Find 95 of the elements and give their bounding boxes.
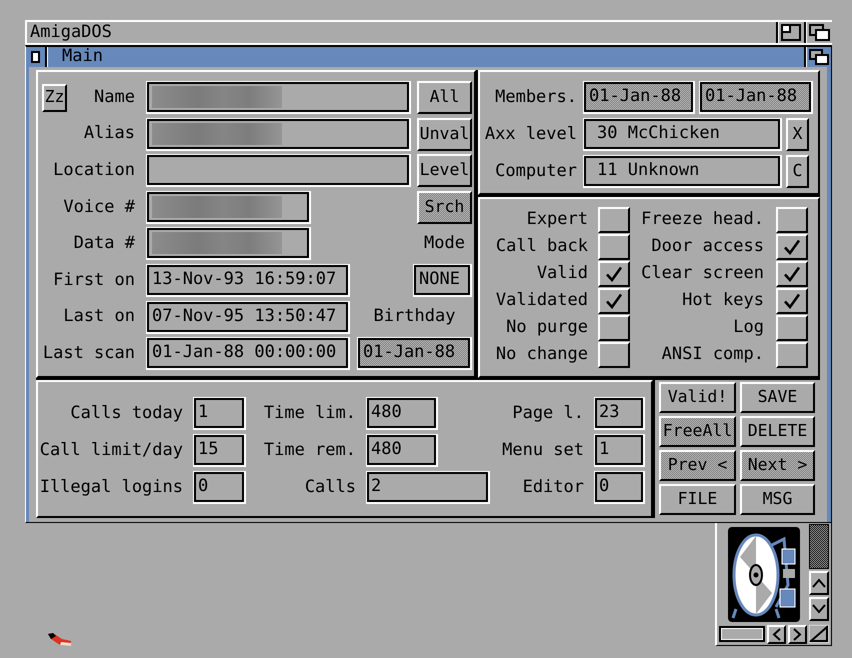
- field-label: Expert: [526, 210, 588, 230]
- checkbox[interactable]: [776, 315, 808, 341]
- date-field[interactable]: 07-Nov-95 13:50:47: [146, 300, 350, 334]
- phone-field[interactable]: [146, 227, 311, 260]
- field-label: Data #: [74, 234, 135, 254]
- field-label: Clear screen: [641, 264, 764, 284]
- checkbox[interactable]: [598, 342, 630, 368]
- zoom-gadget-icon[interactable]: [776, 22, 804, 43]
- field-label: Freeze head.: [641, 210, 764, 230]
- number-field[interactable]: 23: [594, 397, 645, 430]
- checkbox[interactable]: [598, 234, 630, 260]
- checkbox[interactable]: [776, 288, 808, 314]
- field-label: Last on: [63, 307, 135, 327]
- field-label: Mode: [424, 234, 465, 254]
- field-label: Menu set: [502, 440, 584, 460]
- date-field[interactable]: 13-Nov-93 16:59:07: [146, 264, 350, 297]
- filter-button[interactable]: All: [417, 81, 472, 114]
- field-label: Illegal logins: [40, 478, 183, 498]
- number-field[interactable]: 15: [193, 434, 246, 467]
- phone-field[interactable]: [146, 190, 311, 224]
- text-field[interactable]: [146, 81, 411, 114]
- action-button[interactable]: FILE: [659, 484, 736, 515]
- number-field[interactable]: 0: [193, 471, 246, 504]
- number-field[interactable]: 480: [366, 397, 438, 430]
- field-label: Last scan: [42, 344, 135, 364]
- field-label: Name: [94, 88, 135, 108]
- action-button[interactable]: MSG: [740, 484, 815, 515]
- field-label: Log: [733, 318, 764, 338]
- field-label: Computer: [495, 162, 577, 182]
- pick-button[interactable]: C: [786, 155, 809, 188]
- field-label: Calls today: [70, 404, 183, 424]
- checkmark-icon: [783, 293, 801, 309]
- checkmark-icon: [783, 266, 801, 282]
- depth-gadget-icon[interactable]: [804, 22, 832, 43]
- pick-button[interactable]: X: [786, 118, 809, 151]
- scroll-left-button[interactable]: [767, 624, 786, 644]
- checkbox[interactable]: [598, 261, 630, 287]
- field-label: Door access: [651, 237, 764, 257]
- scroll-right-button[interactable]: [788, 624, 807, 644]
- field-label: Call back: [496, 237, 588, 257]
- text-field[interactable]: [146, 118, 411, 151]
- number-field[interactable]: 0: [594, 471, 645, 504]
- field-label: Axx level: [484, 124, 577, 144]
- filter-button[interactable]: Unval: [417, 118, 472, 151]
- number-field[interactable]: 2: [366, 471, 490, 504]
- mouse-pointer-icon: [48, 633, 72, 647]
- field-label: Alias: [84, 124, 135, 144]
- checkbox[interactable]: [776, 207, 808, 233]
- field-label: Time rem.: [264, 440, 356, 460]
- scrollbar-track[interactable]: [719, 626, 765, 642]
- field-label: No purge: [506, 318, 588, 338]
- checkmark-icon: [783, 239, 801, 255]
- field-label: ANSI comp.: [662, 345, 764, 365]
- select-field[interactable]: 30 McChicken: [583, 118, 782, 151]
- depth-gadget-icon[interactable]: [804, 47, 831, 67]
- checkbox[interactable]: [776, 342, 808, 368]
- checkbox[interactable]: [598, 288, 630, 314]
- date-field[interactable]: 01-Jan-88 00:00:00: [146, 337, 350, 370]
- checkbox[interactable]: [776, 234, 808, 260]
- action-button[interactable]: DELETE: [740, 416, 815, 447]
- action-button[interactable]: SAVE: [740, 382, 815, 413]
- field-label: Birthday: [374, 307, 456, 327]
- field-label: Hot keys: [682, 291, 764, 311]
- action-button[interactable]: Valid!: [659, 382, 736, 413]
- number-field[interactable]: 1: [594, 434, 645, 467]
- mode-field[interactable]: NONE: [413, 264, 472, 297]
- sleep-button[interactable]: Zz: [42, 84, 67, 112]
- scrollbar-track[interactable]: [809, 524, 829, 569]
- window-title: Main: [62, 47, 103, 67]
- number-field[interactable]: 1: [193, 397, 246, 430]
- field-label: Members.: [495, 88, 577, 108]
- field-label: Location: [53, 160, 135, 180]
- scroll-down-button[interactable]: [809, 597, 829, 621]
- scroll-up-button[interactable]: [809, 571, 829, 595]
- field-label: Call limit/day: [40, 440, 183, 460]
- resize-icon[interactable]: [809, 625, 829, 643]
- text-field[interactable]: [146, 154, 411, 188]
- select-field[interactable]: 11 Unknown: [583, 155, 782, 188]
- checkmark-icon: [605, 293, 623, 309]
- checkmark-icon: [605, 266, 623, 282]
- number-field[interactable]: 480: [366, 434, 438, 467]
- field-label: Voice #: [63, 198, 135, 218]
- window-title: AmigaDOS: [30, 22, 112, 42]
- field-label: First on: [53, 270, 135, 290]
- field-label: Page l.: [512, 404, 584, 424]
- checkbox[interactable]: [598, 315, 630, 341]
- checkbox[interactable]: [776, 261, 808, 287]
- field-label: Validated: [496, 291, 588, 311]
- field-label: Editor: [522, 478, 584, 498]
- checkbox[interactable]: [598, 207, 630, 233]
- field-label: No change: [496, 345, 588, 365]
- field-label: Calls: [304, 478, 356, 498]
- field-label: Valid: [536, 264, 588, 284]
- filter-button[interactable]: Level: [417, 154, 472, 188]
- field-label: Time lim.: [264, 404, 356, 424]
